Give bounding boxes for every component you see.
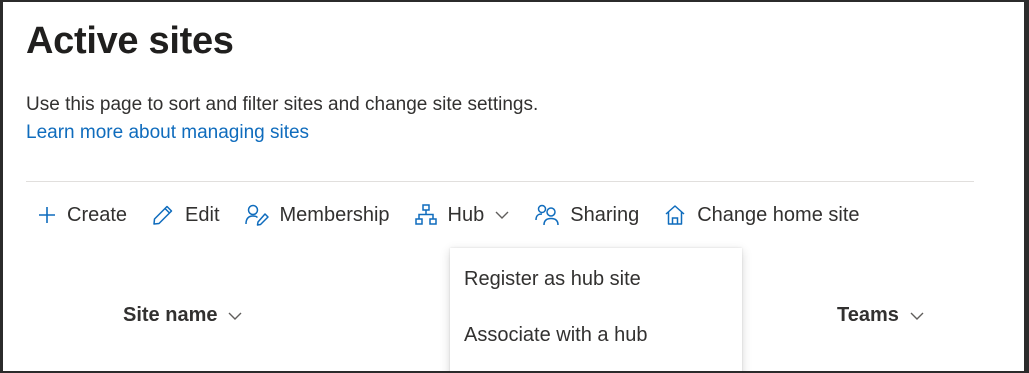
learn-more-link[interactable]: Learn more about managing sites: [26, 122, 309, 144]
hub-label: Hub: [447, 203, 485, 226]
menu-item-register-hub[interactable]: Register as hub site: [464, 268, 641, 291]
change-home-site-button[interactable]: Change home site: [663, 203, 860, 227]
create-button[interactable]: Create: [37, 204, 127, 227]
hub-dropdown-menu: Register as hub site Associate with a hu…: [450, 248, 742, 371]
change-home-label: Change home site: [697, 203, 860, 226]
column-header-teams[interactable]: Teams: [837, 304, 925, 327]
people-edit-icon: [244, 203, 270, 227]
sharing-label: Sharing: [570, 203, 640, 226]
sharing-button[interactable]: Sharing: [534, 203, 639, 227]
edit-label: Edit: [185, 203, 220, 226]
column-header-site-name[interactable]: Site name: [123, 304, 243, 327]
people-share-icon: [534, 203, 560, 227]
create-label: Create: [67, 203, 128, 226]
membership-button[interactable]: Membership: [244, 203, 390, 227]
teams-header-label: Teams: [837, 304, 899, 326]
active-sites-panel: Active sites Use this page to sort and f…: [3, 2, 1024, 371]
site-name-header-label: Site name: [123, 304, 218, 326]
org-chart-icon: [414, 203, 438, 227]
page-description: Use this page to sort and filter sites a…: [26, 94, 539, 115]
command-bar: Create Edit Membership Hub Sharing Chang…: [37, 200, 884, 230]
membership-label: Membership: [279, 203, 390, 226]
menu-item-associate-hub[interactable]: Associate with a hub: [464, 324, 647, 347]
page-title: Active sites: [26, 20, 234, 62]
home-icon: [663, 203, 687, 227]
chevron-down-icon: [227, 311, 243, 321]
hub-button[interactable]: Hub: [414, 203, 511, 227]
edit-button[interactable]: Edit: [151, 203, 220, 227]
pencil-icon: [151, 203, 175, 227]
add-icon: [37, 205, 57, 225]
toolbar-divider: [26, 181, 974, 182]
chevron-down-icon: [494, 210, 510, 220]
chevron-down-icon: [909, 311, 925, 321]
